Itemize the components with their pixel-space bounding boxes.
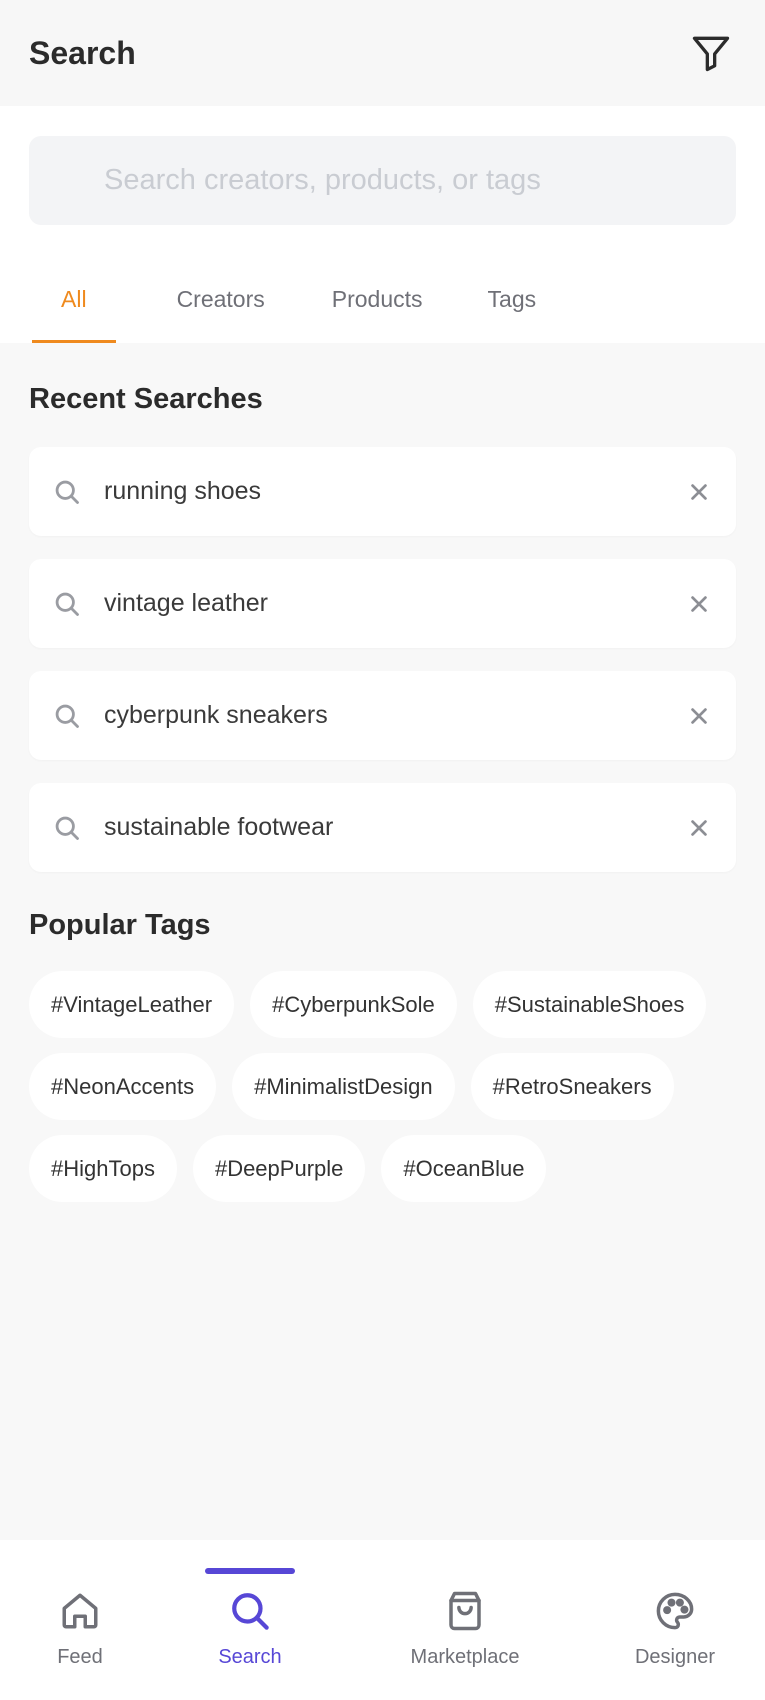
nav-label: Designer — [634, 1646, 716, 1668]
nav-item-feed[interactable]: Feed — [30, 1540, 130, 1700]
search-panel: All Creators Products Tags — [0, 106, 765, 343]
filter-icon — [692, 36, 730, 72]
close-icon — [691, 819, 707, 836]
tab-products[interactable]: Products — [332, 255, 423, 343]
home-icon — [62, 1593, 98, 1629]
bottom-nav: Feed Search Marketplace Designer — [0, 1540, 765, 1700]
filter-tabs: All Creators Products Tags — [0, 255, 736, 343]
tab-all[interactable]: All — [32, 255, 115, 343]
tag-chip[interactable]: #RetroSneakers — [470, 1053, 674, 1120]
nav-label: Marketplace — [410, 1646, 520, 1668]
recent-search-text: cyberpunk sneakers — [104, 701, 328, 729]
tag-chip[interactable]: #HighTops — [29, 1135, 177, 1202]
nav-label: Search — [218, 1646, 282, 1668]
recent-search-item[interactable]: cyberpunk sneakers — [29, 671, 736, 760]
page-title: Search — [29, 34, 136, 71]
popular-tags-title: Popular Tags — [29, 909, 211, 941]
nav-item-designer[interactable]: Designer — [625, 1540, 725, 1700]
tab-tags[interactable]: Tags — [488, 255, 537, 343]
nav-item-marketplace[interactable]: Marketplace — [400, 1540, 530, 1700]
tag-chip[interactable]: #DeepPurple — [192, 1135, 366, 1202]
recent-searches-title: Recent Searches — [29, 383, 263, 415]
recent-searches-list: running shoes vintage leather cyberpunk … — [0, 447, 765, 872]
close-icon — [691, 595, 707, 612]
tab-creators[interactable]: Creators — [177, 255, 265, 343]
palette-icon — [656, 1592, 694, 1630]
shopping-bag-icon — [449, 1591, 481, 1631]
recent-search-item[interactable]: sustainable footwear — [29, 783, 736, 872]
tag-chip[interactable]: #OceanBlue — [381, 1135, 547, 1202]
active-indicator — [205, 1568, 295, 1574]
search-icon — [55, 816, 79, 840]
nav-label: Feed — [57, 1646, 103, 1668]
tag-chip[interactable]: #NeonAccents — [29, 1053, 217, 1120]
remove-search-button[interactable] — [662, 593, 736, 615]
search-icon — [55, 592, 79, 616]
remove-search-button[interactable] — [662, 481, 736, 503]
recent-search-item[interactable]: running shoes — [29, 447, 736, 536]
recent-search-text: running shoes — [104, 477, 262, 505]
nav-item-search[interactable]: Search — [205, 1540, 295, 1700]
tag-chip[interactable]: #VintageLeather — [29, 971, 235, 1038]
tag-chip[interactable]: #MinimalistDesign — [232, 1053, 455, 1120]
recent-search-item[interactable]: vintage leather — [29, 559, 736, 648]
search-input[interactable] — [104, 164, 736, 197]
filter-button[interactable] — [686, 28, 736, 78]
search-icon — [232, 1593, 269, 1630]
header: Search — [0, 0, 765, 106]
remove-search-button[interactable] — [662, 817, 736, 839]
search-icon — [55, 704, 79, 728]
close-icon — [691, 707, 707, 724]
close-icon — [691, 483, 707, 500]
popular-tags-list: #VintageLeather #CyberpunkSole #Sustaina… — [0, 971, 740, 1202]
tag-chip[interactable]: #CyberpunkSole — [250, 971, 457, 1038]
recent-search-text: vintage leather — [104, 589, 269, 617]
search-box[interactable] — [29, 136, 736, 225]
recent-search-text: sustainable footwear — [104, 813, 334, 841]
search-icon — [55, 480, 79, 504]
search-screen: Search All Creators Products Tags Recent… — [0, 0, 765, 1700]
tag-chip[interactable]: #SustainableShoes — [472, 971, 707, 1038]
remove-search-button[interactable] — [662, 705, 736, 727]
